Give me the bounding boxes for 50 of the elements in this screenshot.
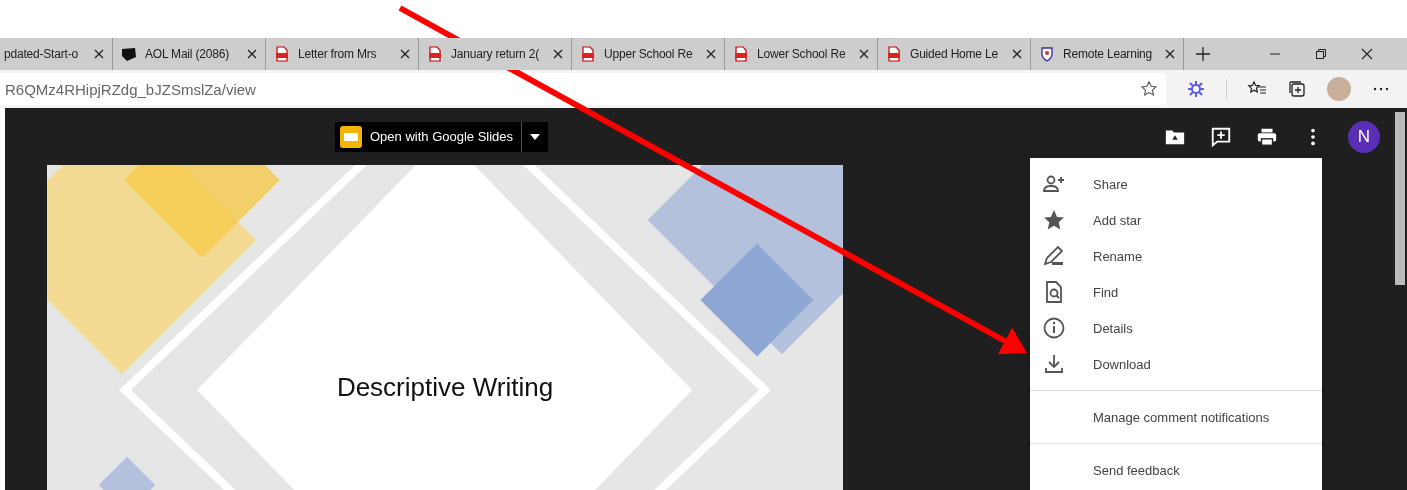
new-tab-icon[interactable] xyxy=(1196,47,1210,61)
close-icon[interactable] xyxy=(859,49,869,59)
star-icon xyxy=(1042,208,1066,232)
tab-title: Upper School Re xyxy=(604,47,694,61)
menu-item[interactable]: Manage comment notifications xyxy=(1030,399,1322,435)
pdf-file-icon xyxy=(580,46,596,62)
open-with-button[interactable]: Open with Google Slides xyxy=(335,121,523,152)
menu-item[interactable]: Details xyxy=(1030,310,1322,346)
menu-item[interactable]: Find xyxy=(1030,274,1322,310)
pdf-file-icon xyxy=(274,46,290,62)
close-icon[interactable] xyxy=(1165,49,1175,59)
scrollbar-thumb[interactable] xyxy=(1395,112,1405,285)
tab-title: Letter from Mrs xyxy=(298,47,378,61)
shield-icon xyxy=(1039,46,1055,62)
address-field[interactable]: R6QMz4RHipjRZdg_bJZSmslZa/view xyxy=(0,73,1166,105)
aol-logo-icon xyxy=(121,46,137,62)
tab-title: AOL Mail (2086) xyxy=(145,47,230,61)
close-icon[interactable] xyxy=(400,49,410,59)
dropdown-button[interactable] xyxy=(522,121,549,152)
info-icon xyxy=(1042,316,1066,340)
close-icon[interactable] xyxy=(247,49,257,59)
download-icon xyxy=(1042,352,1066,376)
add-comment-icon[interactable] xyxy=(1210,125,1232,148)
sparkle-icon[interactable] xyxy=(1186,79,1206,99)
collections-icon[interactable] xyxy=(1287,79,1307,99)
tab-title: pdated-Start-o xyxy=(4,47,79,61)
close-icon[interactable] xyxy=(1012,49,1022,59)
pdf-file-icon xyxy=(733,46,749,62)
menu-item[interactable]: Send feedback xyxy=(1030,452,1322,488)
pdf-file-icon xyxy=(886,46,902,62)
menu-item[interactable]: Download xyxy=(1030,346,1322,382)
tab-title: Guided Home Le xyxy=(910,47,999,61)
user-avatar[interactable]: N xyxy=(1348,120,1380,153)
menu-item[interactable]: Add star xyxy=(1030,202,1322,238)
slides-icon xyxy=(340,125,362,148)
star-outline-icon[interactable] xyxy=(1140,80,1158,98)
caret-icon xyxy=(530,133,541,140)
menu-item[interactable]: Rename xyxy=(1030,238,1322,274)
tab-title: January return 2( xyxy=(451,47,540,61)
tab-title: Lower School Re xyxy=(757,47,847,61)
pencil-icon xyxy=(1042,244,1066,268)
pdf-file-icon xyxy=(427,46,443,62)
tab-title: Remote Learning xyxy=(1063,47,1154,61)
menu-item[interactable]: Share xyxy=(1030,166,1322,202)
close-icon[interactable] xyxy=(94,49,104,59)
close-icon[interactable] xyxy=(1361,48,1373,60)
restore-icon[interactable] xyxy=(1315,48,1327,60)
close-icon[interactable] xyxy=(706,49,716,59)
slide-title: Descriptive Writing xyxy=(335,372,555,403)
close-icon[interactable] xyxy=(553,49,563,59)
